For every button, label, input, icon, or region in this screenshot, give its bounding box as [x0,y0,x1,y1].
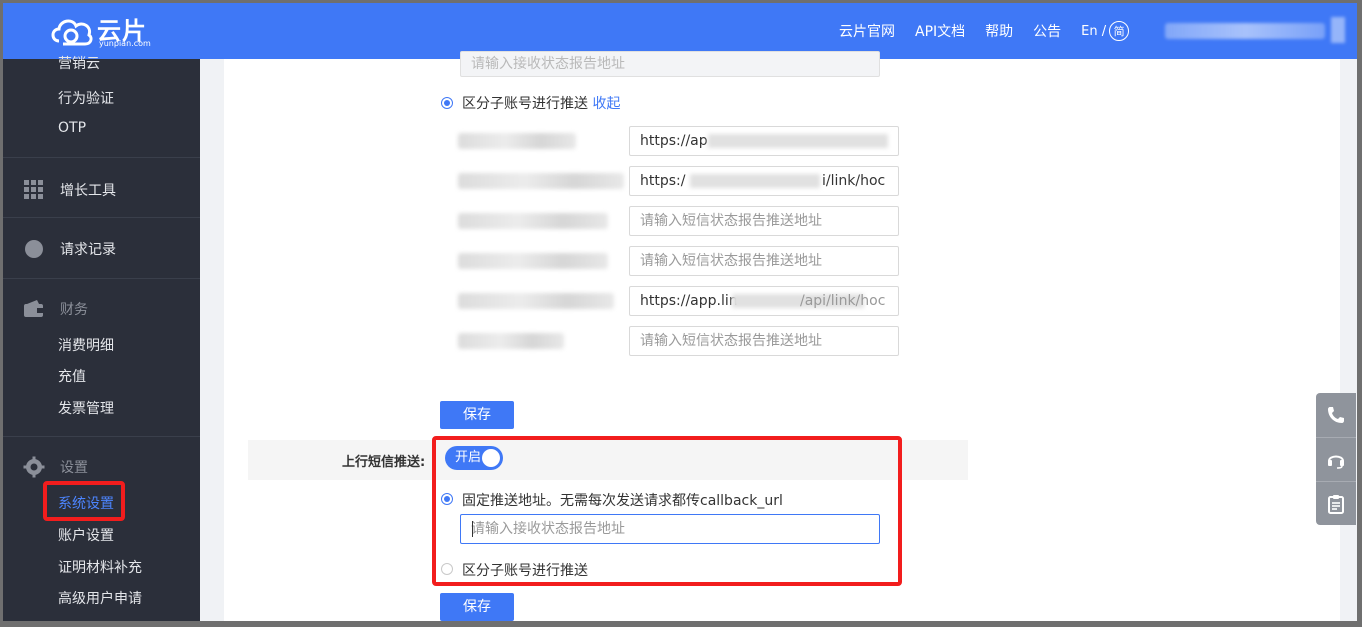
sidebar-item-invoice[interactable]: 发票管理 [58,398,114,418]
save-button[interactable]: 保存 [440,401,514,429]
sidebar-divider [3,436,200,437]
language-switch[interactable]: En / 简 [1081,21,1130,41]
sidebar-item-label: 营销云 [58,56,100,72]
sidebar: 营销云 行为验证 OTP 增长工具 请求记录 财务 消费明细 充值 发票管理 设… [3,56,231,621]
sidebar-group-label: 请求记录 [60,242,116,258]
account-menu-redacted[interactable] [1331,17,1345,43]
save-uplink-button[interactable]: 保存 [440,593,514,621]
feedback-button[interactable] [1316,481,1356,525]
radio-subaccount-push-label: 区分子账号进行推送 收起 [462,93,620,113]
grid-icon [24,180,43,199]
subaccount-name-redacted [458,213,608,229]
subaccount-url-input[interactable]: 请输入短信状态报告推送地址 [629,326,899,356]
redacted-text [690,174,820,188]
lang-zh-icon: 简 [1109,21,1130,41]
subaccount-name-redacted [458,333,564,349]
sidebar-item-behavior-verify[interactable]: 行为验证 [58,88,114,108]
sidebar-item-marketing-cloud[interactable]: 营销云 [58,56,231,79]
subaccount-name-redacted [458,173,624,189]
lang-en: En / [1081,23,1107,39]
sidebar-item-account-settings[interactable]: 账户设置 [58,525,114,545]
account-info-redacted[interactable] [1165,23,1325,39]
sidebar-group-finance[interactable]: 财务 [3,289,200,329]
sidebar-item-billing-detail[interactable]: 消费明细 [58,335,114,355]
sidebar-group-requests[interactable]: 请求记录 [3,229,200,269]
input-value-tail: /api/link/hoc [800,293,886,309]
input-value-tail: i/link/hoc [822,173,886,189]
uplink-label: 上行短信推送: [342,455,426,470]
nav-announcement[interactable]: 公告 [1033,21,1061,41]
sidebar-divider [3,278,200,279]
brand-domain: yunpian.com [99,39,151,48]
subaccount-url-input[interactable]: https://ap [629,126,899,156]
subaccount-url-input[interactable]: 请输入短信状态报告推送地址 [629,206,899,236]
settings-content: 请输入接收状态报告地址 区分子账号进行推送 收起 https://ap http… [224,51,1340,621]
phone-icon [1328,407,1344,423]
sidebar-item-recharge[interactable]: 充值 [58,366,86,386]
wallet-icon [24,300,43,317]
status-report-url-input[interactable]: 请输入接收状态报告地址 [460,51,880,77]
redacted-text [708,134,888,148]
app-window: 云片 yunpian.com 云片官网 API文档 帮助 公告 En / 简 营… [3,3,1357,621]
nav-official-site[interactable]: 云片官网 [839,21,895,41]
sidebar-group-label: 设置 [60,460,88,476]
sidebar-item-otp[interactable]: OTP [58,120,86,136]
main-area: 请输入接收状态报告地址 区分子账号进行推送 收起 https://ap http… [200,51,1357,621]
radio-label-text: 区分子账号进行推送 [462,96,588,112]
nav-help[interactable]: 帮助 [985,21,1013,41]
sidebar-item-advanced-user[interactable]: 高级用户申请 [58,588,142,608]
sidebar-group-label: 增长工具 [60,183,116,199]
customer-service-button[interactable] [1316,437,1356,481]
input-value: https://ap [640,133,708,149]
sidebar-group-growth[interactable]: 增长工具 [3,170,200,210]
highlight-box [43,481,125,521]
subaccount-url-input[interactable]: 请输入短信状态报告推送地址 [629,246,899,276]
radio-subaccount-push[interactable] [441,97,453,109]
sidebar-group-label: 财务 [60,302,88,318]
floating-toolbar [1316,393,1356,525]
nav-api-docs[interactable]: API文档 [915,21,965,41]
subaccount-name-redacted [458,293,614,309]
subaccount-name-redacted [458,133,576,149]
subaccount-url-input[interactable]: https:/ i/link/hoc [629,166,899,196]
brand-logo[interactable]: 云片 yunpian.com [49,9,159,53]
cloud-logo-icon [51,19,93,46]
gear-icon [23,456,45,478]
input-value: https:/ [640,173,686,189]
top-nav: 云片官网 API文档 帮助 公告 En / 简 [839,21,1130,41]
highlight-box [432,436,902,586]
subaccount-name-redacted [458,253,608,269]
sidebar-divider [3,217,200,218]
collapse-link[interactable]: 收起 [592,96,620,112]
clipboard-icon [1328,494,1344,514]
sidebar-item-proof-materials[interactable]: 证明材料补充 [58,557,142,577]
record-icon [25,240,43,258]
phone-button[interactable] [1316,393,1356,437]
sidebar-divider [3,157,200,158]
subaccount-url-input[interactable]: https://app.lin /api/link/hoc [629,286,899,316]
headset-icon [1328,455,1344,469]
input-value: https://app.lin [640,293,738,309]
